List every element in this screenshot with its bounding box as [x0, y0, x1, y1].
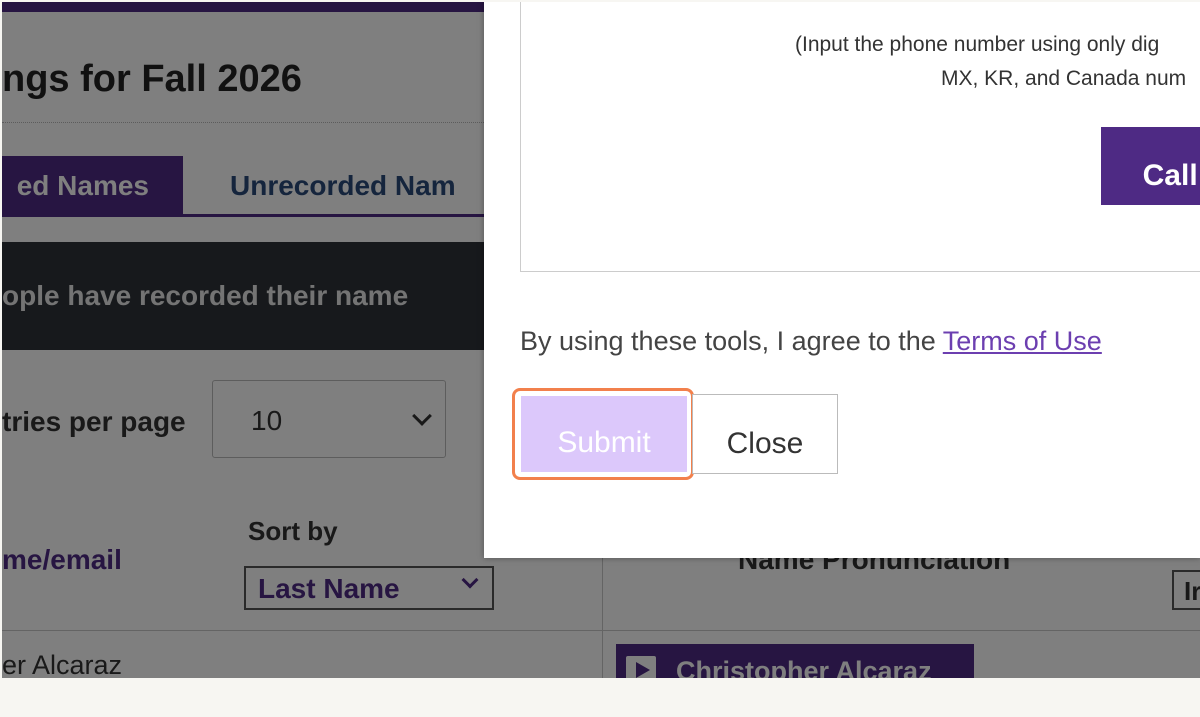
terms-prefix: By using these tools, I agree to the: [520, 326, 943, 356]
terms-agreement-text: By using these tools, I agree to the Ter…: [520, 326, 1102, 357]
record-name-dialog: (Input the phone number using only dig M…: [484, 2, 1200, 558]
phone-input-hint-line2: MX, KR, and Canada num: [941, 67, 1187, 90]
phone-call-panel: (Input the phone number using only dig M…: [520, 2, 1200, 272]
close-button[interactable]: Close: [692, 394, 838, 474]
terms-of-use-link[interactable]: Terms of Use: [943, 326, 1102, 356]
phone-input-hint-line1: (Input the phone number using only dig: [795, 33, 1160, 56]
submit-button[interactable]: Submit: [521, 396, 687, 472]
browser-viewport: ngs for Fall 2026 ed Names Unrecorded Na…: [2, 2, 1200, 678]
call-me-button[interactable]: Call me: [1101, 127, 1200, 205]
